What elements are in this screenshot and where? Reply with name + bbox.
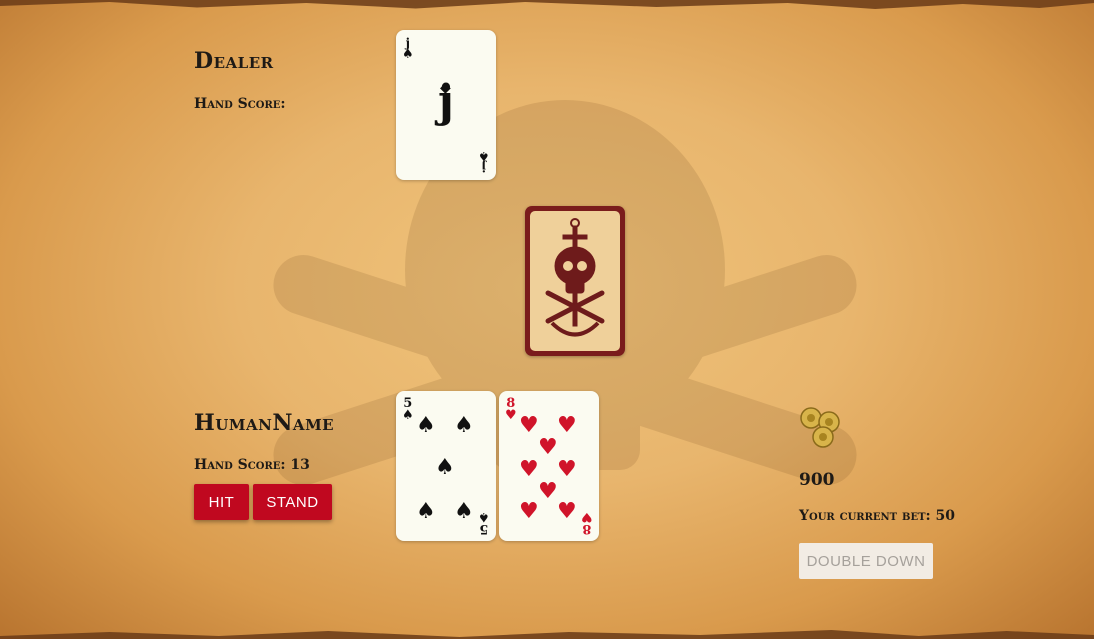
spade-icon: ♠ — [402, 408, 414, 423]
heart-icon: ♥ — [538, 479, 558, 504]
heart-icon: ♥ — [557, 413, 577, 438]
hit-button[interactable]: HIT — [194, 484, 249, 520]
spade-icon: ♠ — [416, 413, 436, 438]
card-corner-bottom: 8 ♥ — [581, 509, 593, 536]
heart-icon: ♥ — [519, 457, 539, 482]
heart-icon: ♥ — [557, 499, 577, 524]
current-bet: Your current bet: 50 — [799, 508, 956, 524]
heart-icon: ♥ — [538, 435, 558, 460]
player-name: HumanName — [194, 410, 335, 436]
spade-icon: ♠ — [416, 499, 436, 524]
spade-icon: ♠ — [402, 47, 414, 62]
dealer-title: Dealer — [194, 48, 274, 74]
player-hand-score: Hand Score: 13 — [194, 457, 310, 473]
player-card-5-spades: 5 ♠ ♠ ♠ ♠ ♠ ♠ 5 ♠ — [396, 391, 496, 541]
dealer-card-jack-spades: J ♠ ◆ j J ♠ — [396, 30, 496, 180]
heart-icon: ♥ — [519, 413, 539, 438]
heart-icon: ♥ — [557, 457, 577, 482]
player-card-8-hearts: 8 ♥ ♥ ♥ ♥ ♥ ♥ ♥ ♥ ♥ 8 ♥ — [499, 391, 599, 541]
spade-icon: ♠ — [435, 455, 455, 480]
gold-coins-icon — [800, 407, 840, 448]
card-corner-top: 5 ♠ — [402, 397, 414, 423]
heart-icon: ♥ — [505, 408, 517, 423]
jack-figure-icon: j — [438, 76, 454, 127]
skull-anchor-icon — [545, 218, 605, 337]
card-corner-top: J ♠ — [402, 37, 414, 61]
spade-icon: ♠ — [478, 148, 490, 163]
card-corner-top: 8 ♥ — [505, 397, 517, 423]
card-corner-bottom: J ♠ — [478, 148, 490, 174]
coin-balance: 900 — [799, 470, 835, 490]
draw-deck[interactable] — [525, 206, 625, 356]
card-corner-bottom: 5 ♠ — [478, 509, 490, 536]
dealer-hand-score: Hand Score: — [194, 96, 286, 112]
stand-button[interactable]: STAND — [253, 484, 332, 520]
heart-icon: ♥ — [581, 509, 593, 524]
heart-icon: ♥ — [519, 499, 539, 524]
spade-icon: ♠ — [454, 413, 474, 438]
spade-icon: ♠ — [478, 509, 490, 524]
deck-face — [530, 211, 620, 351]
double-down-button[interactable]: DOUBLE DOWN — [799, 543, 933, 579]
spade-icon: ♠ — [454, 499, 474, 524]
